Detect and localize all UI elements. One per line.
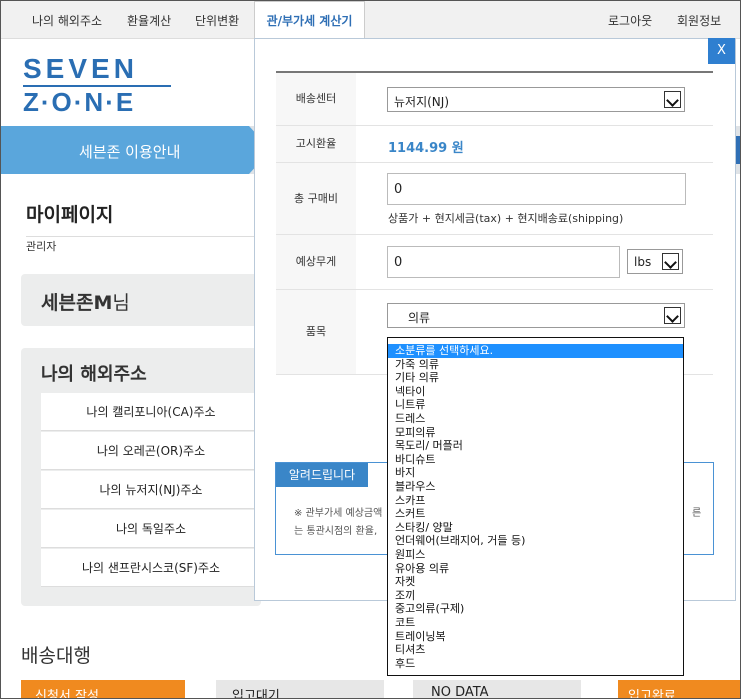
dropdown-option[interactable]: 소분류를 선택하세요.	[388, 344, 683, 358]
dropdown-option[interactable]: 스커트	[388, 507, 683, 521]
dropdown-option[interactable]: 언더웨어(브래지어, 거들 등)	[388, 534, 683, 548]
page: 나의 해외주소 환율계산 단위변환 관/부가세 계산기 로그아웃 회원정보 SE…	[0, 0, 741, 699]
dropdown-option[interactable]: 스타킹/ 양말	[388, 521, 683, 535]
address-row-nj[interactable]: 나의 뉴저지(NJ)주소	[41, 471, 261, 509]
dropdown-option[interactable]: 바지	[388, 466, 683, 480]
user-name: 세븐존M님	[41, 288, 130, 315]
dropdown-option[interactable]: 중고의류(구제)	[388, 602, 683, 616]
item-dropdown-list[interactable]: 소분류를 선택하세요. 가죽 의류 기타 의류 넥타이 니트류 드레스 모피의류 목도리/ 머…	[387, 337, 684, 676]
center-select-value: 뉴저지(NJ)	[394, 95, 449, 109]
chevron-down-icon	[662, 253, 679, 270]
user-suffix: 님	[112, 292, 130, 314]
address-title: 나의 해외주소	[41, 364, 147, 385]
notice-line1: ※ 관부가세 예상금액	[294, 508, 383, 519]
dropdown-option[interactable]: 유아용 의류	[388, 562, 683, 576]
dropdown-option[interactable]: 드레스	[388, 412, 683, 426]
user-box: 세븐존M님	[21, 274, 261, 326]
dropdown-option[interactable]: 가죽 의류	[388, 358, 683, 372]
delivery-title: 배송대행	[21, 645, 91, 667]
center-label: 배송센터	[276, 73, 356, 125]
notice-line2: 는 통관시점의 환율,	[294, 526, 378, 537]
total-hint: 상품가 + 현지세금(tax) + 현지배송료(shipping)	[388, 212, 624, 225]
dropdown-option[interactable]: 원피스	[388, 548, 683, 562]
nav-member-info[interactable]: 회원정보	[677, 12, 721, 29]
dropdown-option[interactable]: 조끼	[388, 589, 683, 603]
address-row-or[interactable]: 나의 오레곤(OR)주소	[41, 432, 261, 470]
weight-unit-select[interactable]: lbs	[627, 249, 683, 274]
close-button[interactable]: X	[708, 38, 735, 64]
dropdown-option[interactable]: 넥타이	[388, 385, 683, 399]
total-label: 총 구매비	[276, 163, 356, 234]
address-row-de[interactable]: 나의 독일주소	[41, 510, 261, 548]
dropdown-option[interactable]: 기타 의류	[388, 371, 683, 385]
dropdown-option[interactable]: 스카프	[388, 494, 683, 508]
center-select[interactable]: 뉴저지(NJ)	[387, 87, 685, 112]
mypage-divider	[26, 236, 256, 237]
rate-label: 고시환율	[276, 126, 356, 162]
dropdown-option[interactable]: 자켓	[388, 575, 683, 589]
weight-input[interactable]: 0	[387, 246, 620, 278]
dropdown-option[interactable]: 블라우스	[388, 480, 683, 494]
top-nav: 나의 해외주소 환율계산 단위변환 관/부가세 계산기 로그아웃 회원정보	[1, 1, 740, 39]
waiting-button[interactable]: 입고대기	[216, 680, 384, 698]
user-role: 관리자	[26, 240, 57, 253]
address-row-sf[interactable]: 나의 샌프란시스코(SF)주소	[41, 549, 261, 587]
dropdown-option[interactable]: 바디슈트	[388, 453, 683, 467]
logo[interactable]: SEVEN Z·O·N·E	[23, 55, 175, 115]
weight-unit-value: lbs	[634, 255, 652, 269]
notice-tab[interactable]: 알려드립니다	[276, 463, 368, 487]
address-box: 나의 해외주소 나의 캘리포니아(CA)주소 나의 오레곤(OR)주소 나의 뉴…	[21, 348, 261, 606]
dropdown-option[interactable]: 후드	[388, 657, 683, 671]
notice-line3: 른	[692, 508, 702, 519]
nav-unit-convert[interactable]: 단위변환	[195, 12, 239, 29]
nav-my-address[interactable]: 나의 해외주소	[32, 12, 102, 29]
dropdown-option[interactable]: 목도리/ 머플러	[388, 439, 683, 453]
user-name-text: 세븐존M	[41, 292, 113, 314]
chevron-down-icon	[664, 307, 681, 324]
item-select[interactable]: 의류	[387, 303, 685, 328]
item-label: 품목	[276, 290, 356, 374]
nav-tax-calculator[interactable]: 관/부가세 계산기	[254, 1, 365, 39]
apply-form-button[interactable]: 신청서 작성	[21, 680, 185, 698]
no-data-button[interactable]: NO DATA	[413, 680, 581, 698]
received-button[interactable]: 입고완료	[618, 680, 740, 698]
logo-line1: SEVEN	[23, 53, 138, 84]
nav-logout[interactable]: 로그아웃	[608, 12, 652, 29]
dropdown-option[interactable]: 트레이닝복	[388, 630, 683, 644]
nav-exchange-rate[interactable]: 환율계산	[127, 12, 171, 29]
mypage-title: 마이페이지	[26, 204, 114, 226]
dropdown-option[interactable]: 니트류	[388, 398, 683, 412]
item-select-value: 의류	[408, 311, 431, 325]
rate-value: 1144.99 원	[388, 141, 464, 156]
dropdown-option[interactable]: 코트	[388, 616, 683, 630]
chevron-down-icon	[664, 91, 681, 108]
dropdown-option[interactable]: 티셔츠	[388, 643, 683, 657]
dropdown-option[interactable]: 모피의류	[388, 426, 683, 440]
guide-banner-text[interactable]: 세븐존 이용안내	[79, 141, 180, 162]
total-input[interactable]: 0	[387, 173, 686, 205]
logo-line2: Z·O·N·E	[23, 87, 136, 117]
row-rate: 고시환율	[276, 126, 713, 163]
weight-label: 예상무게	[276, 235, 356, 289]
address-row-ca[interactable]: 나의 캘리포니아(CA)주소	[41, 393, 261, 431]
